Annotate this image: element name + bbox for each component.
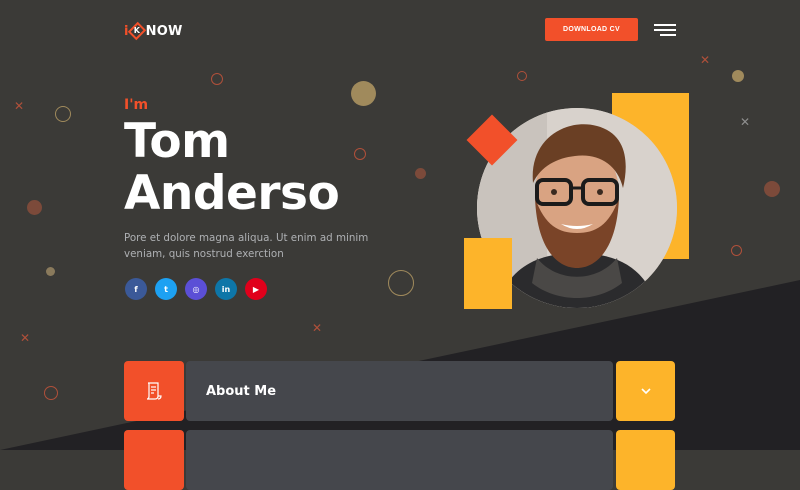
hamburger-icon[interactable] xyxy=(654,22,676,38)
decor-ring xyxy=(517,71,527,81)
accordion-header-about[interactable]: About Me xyxy=(186,361,613,421)
twitter-icon[interactable]: t xyxy=(155,278,177,300)
accordion-title: About Me xyxy=(206,383,277,399)
decor-ring xyxy=(388,270,414,296)
facebook-icon[interactable]: f xyxy=(125,278,147,300)
linkedin-icon[interactable]: in xyxy=(215,278,237,300)
portrait-accent-block-small xyxy=(464,238,512,309)
document-icon xyxy=(146,382,162,400)
decor-dot xyxy=(732,70,744,82)
hero-name-line2: Anderso xyxy=(124,166,340,221)
decor-cross: ✕ xyxy=(700,53,711,67)
decor-cross: ✕ xyxy=(312,321,323,335)
decor-cross: ✕ xyxy=(14,99,25,113)
decor-cross: ✕ xyxy=(20,331,31,345)
decor-dot xyxy=(27,200,42,215)
instagram-icon[interactable]: ◎ xyxy=(185,278,207,300)
download-cv-button[interactable]: DOWNLOAD CV xyxy=(545,18,638,41)
logo[interactable]: i K NOW xyxy=(124,21,183,41)
hero-bio: Pore et dolore magna aliqua. Ut enim ad … xyxy=(124,232,369,260)
decor-ring xyxy=(211,73,223,85)
hero-name: Tom Anderso xyxy=(124,116,454,220)
chevron-down-icon xyxy=(640,388,651,395)
hero-name-line1: Tom xyxy=(124,114,230,169)
accordion-header-2[interactable] xyxy=(186,430,613,490)
social-links: f t ◎ in ▶ xyxy=(125,278,267,300)
intro-text: I'm xyxy=(124,97,149,113)
decor-dot xyxy=(764,181,780,197)
accordion-icon-box[interactable] xyxy=(124,361,184,421)
youtube-icon[interactable]: ▶ xyxy=(245,278,267,300)
decor-cross: ✕ xyxy=(740,115,751,129)
decor-dot xyxy=(46,267,55,276)
decor-dot xyxy=(351,81,376,106)
decor-ring xyxy=(731,245,742,256)
accordion-icon-box[interactable] xyxy=(124,430,184,490)
decor-ring xyxy=(55,106,71,122)
accordion-toggle[interactable] xyxy=(616,430,675,490)
decor-ring xyxy=(44,386,58,400)
accordion-toggle[interactable] xyxy=(616,361,675,421)
logo-suffix: NOW xyxy=(145,23,183,39)
logo-k-icon: K xyxy=(127,21,146,41)
